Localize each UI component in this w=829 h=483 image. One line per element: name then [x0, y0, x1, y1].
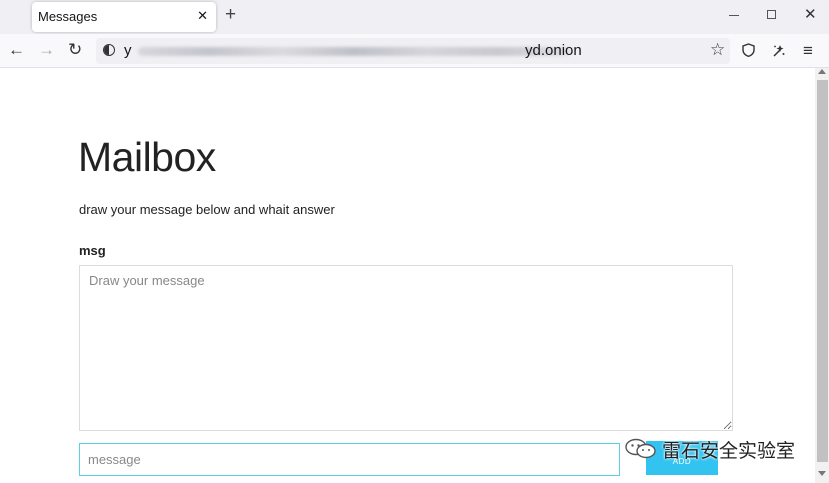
wechat-logo-icon — [625, 438, 656, 459]
tab-strip: Messages ✕ + ✕ — [0, 0, 829, 34]
forward-icon[interactable]: → — [38, 40, 55, 60]
tab-close-icon[interactable]: ✕ — [197, 8, 208, 24]
minimize-icon[interactable] — [729, 15, 739, 16]
scroll-down-icon[interactable] — [818, 471, 826, 476]
back-icon[interactable]: ← — [8, 40, 25, 60]
window-close-icon[interactable]: ✕ — [804, 6, 817, 24]
page-description: draw your message below and whait answer — [79, 202, 335, 217]
nav-bar: ← → ↻ y yd.onion ☆ — [0, 34, 829, 68]
message-input[interactable] — [79, 443, 620, 476]
extensions-icon[interactable] — [771, 43, 786, 58]
url-blurred-segment — [138, 47, 570, 56]
scroll-up-icon[interactable] — [818, 69, 826, 74]
maximize-icon[interactable] — [767, 10, 776, 19]
menu-icon[interactable]: ≡ — [803, 42, 813, 60]
tab-title: Messages — [38, 9, 98, 24]
onion-icon[interactable] — [103, 44, 115, 56]
new-tab-icon[interactable]: + — [225, 5, 236, 25]
tab-messages[interactable]: Messages ✕ — [32, 2, 216, 32]
page-title: Mailbox — [78, 134, 216, 180]
scrollbar-thumb[interactable] — [817, 80, 828, 462]
message-textarea[interactable] — [79, 265, 733, 431]
url-text-start: y — [124, 42, 132, 59]
star-icon[interactable]: ☆ — [710, 40, 725, 60]
shield-icon[interactable] — [742, 43, 755, 57]
reload-icon[interactable]: ↻ — [68, 40, 82, 60]
url-text-end: yd.onion — [525, 42, 582, 59]
url-bar[interactable]: y yd.onion ☆ — [96, 38, 730, 64]
watermark-text: 雷石安全实验室 — [662, 441, 796, 462]
msg-label: msg — [79, 243, 106, 258]
